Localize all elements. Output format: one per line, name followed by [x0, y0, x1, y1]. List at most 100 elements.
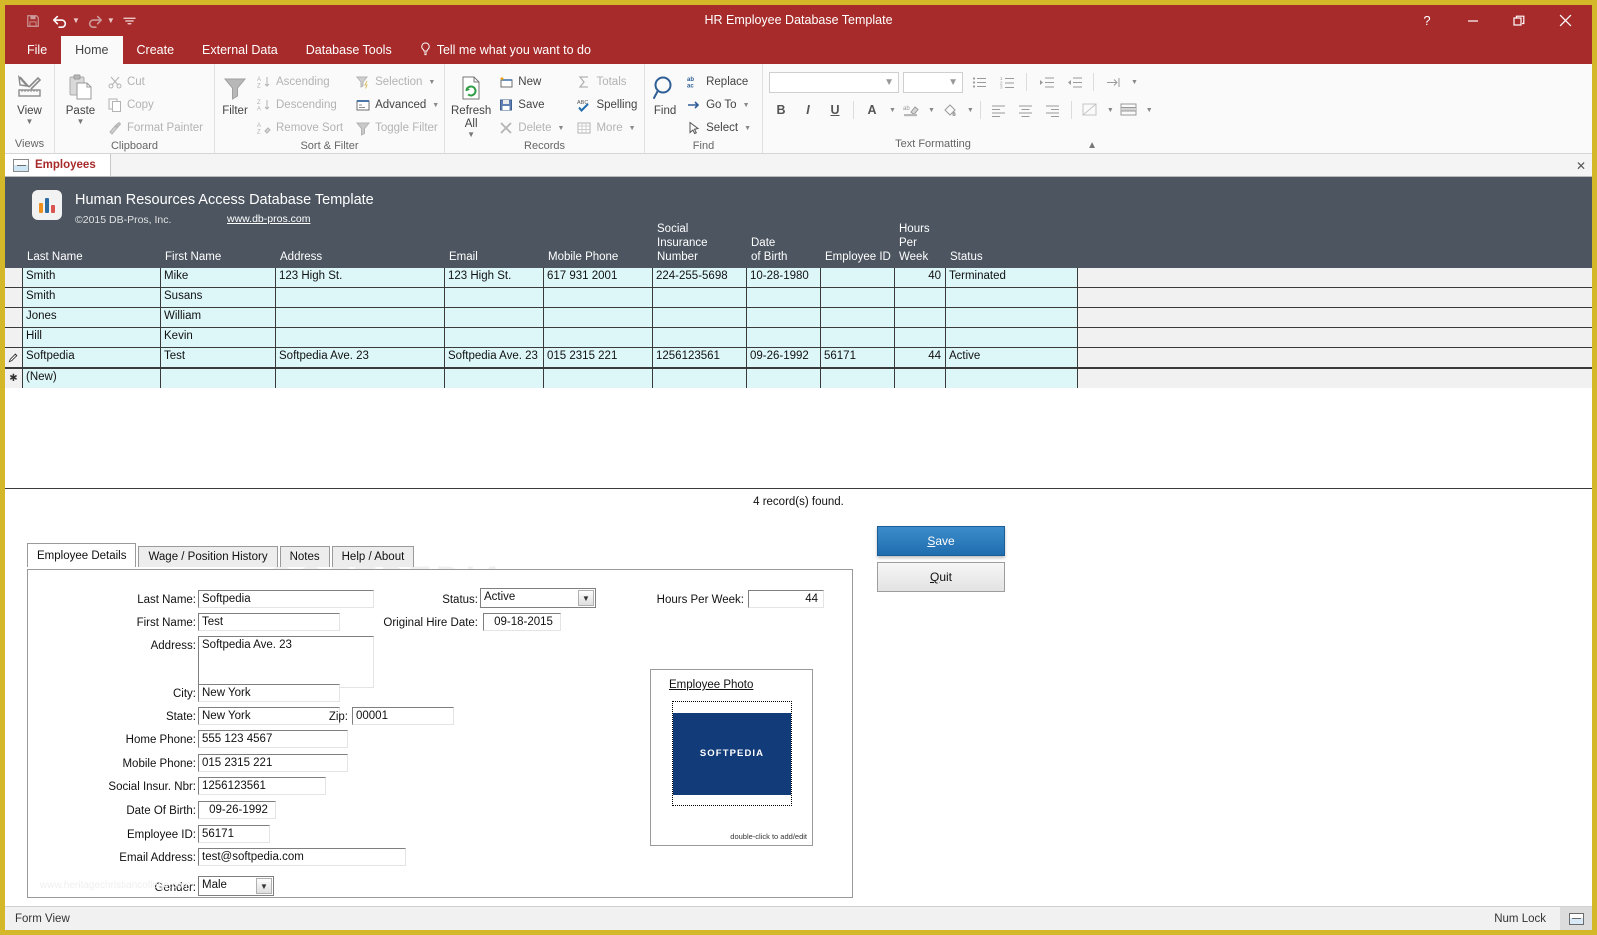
ribbon-tab-external-data[interactable]: External Data [188, 36, 292, 64]
table-cell[interactable] [946, 308, 1078, 327]
table-cell[interactable] [946, 288, 1078, 307]
column-header[interactable]: Status [950, 250, 1082, 264]
rtl-dropdown-icon[interactable]: ▼ [1131, 79, 1138, 86]
highlight-dropdown-icon[interactable]: ▼ [928, 107, 935, 114]
tab-wage-position-history[interactable]: Wage / Position History [138, 546, 277, 567]
minimize-button[interactable] [1450, 5, 1496, 36]
table-cell[interactable]: Hill [23, 328, 161, 347]
new-record-row[interactable]: ✱(New) [5, 368, 1592, 388]
table-cell[interactable] [821, 308, 895, 327]
ribbon-tab-database-tools[interactable]: Database Tools [292, 36, 406, 64]
new-record-marker-icon[interactable]: ✱ [5, 369, 23, 388]
advanced-button[interactable]: Advanced ▼ [350, 94, 444, 116]
table-cell[interactable]: Softpedia Ave. 23 [445, 348, 544, 367]
document-tab-employees[interactable]: Employees [5, 154, 111, 176]
table-cell[interactable] [653, 308, 747, 327]
column-header[interactable]: Address [280, 250, 449, 264]
table-cell[interactable]: Jones [23, 308, 161, 327]
table-cell[interactable]: 224-255-5698 [653, 268, 747, 287]
table-cell[interactable]: Test [161, 348, 276, 367]
table-cell[interactable]: 015 2315 221 [544, 348, 653, 367]
view-button[interactable]: View ▼ [11, 68, 48, 126]
ribbon-tab-home[interactable]: Home [61, 36, 122, 64]
table-cell[interactable] [946, 369, 1078, 388]
goto-button[interactable]: Go To ▼ [681, 94, 756, 116]
goto-dropdown-icon[interactable]: ▼ [743, 102, 750, 109]
table-row[interactable]: HillKevin [5, 328, 1592, 348]
ribbon-tab-file[interactable]: File [13, 36, 61, 64]
table-cell[interactable] [653, 288, 747, 307]
table-cell[interactable] [821, 328, 895, 347]
table-cell[interactable] [747, 328, 821, 347]
column-header[interactable]: First Name [165, 250, 280, 264]
delete-dropdown-icon[interactable]: ▼ [558, 125, 565, 132]
table-cell[interactable] [544, 308, 653, 327]
mobile-phone-field[interactable]: 015 2315 221 [198, 754, 348, 772]
table-cell[interactable]: Terminated [946, 268, 1078, 287]
first-name-field[interactable]: Test [198, 613, 340, 631]
table-cell[interactable]: 123 High St. [445, 268, 544, 287]
font-color-icon[interactable]: A [860, 99, 884, 121]
table-cell[interactable] [653, 369, 747, 388]
alternate-row-color-dropdown-icon[interactable]: ▼ [1146, 107, 1153, 114]
original-hire-date-field[interactable]: 09-18-2015 [483, 613, 561, 631]
chevron-down-icon[interactable]: ▼ [578, 590, 594, 606]
table-cell[interactable]: 617 931 2001 [544, 268, 653, 287]
alternate-row-color-icon[interactable] [1117, 99, 1141, 121]
advanced-dropdown-icon[interactable]: ▼ [432, 102, 439, 109]
descending-button[interactable]: ZA Descending [251, 94, 348, 116]
hours-per-week-field[interactable]: 44 [748, 590, 824, 608]
row-selector[interactable] [5, 328, 23, 347]
gridlines-icon[interactable] [1078, 99, 1102, 121]
table-cell[interactable] [544, 369, 653, 388]
more-button[interactable]: More ▼ [571, 117, 642, 139]
column-header[interactable]: HoursPerWeek [899, 222, 950, 264]
table-cell[interactable]: Active [946, 348, 1078, 367]
table-cell[interactable] [445, 288, 544, 307]
address-field[interactable]: Softpedia Ave. 23 [198, 636, 374, 688]
table-cell[interactable]: 1256123561 [653, 348, 747, 367]
more-dropdown-icon[interactable]: ▼ [629, 125, 636, 132]
close-button[interactable] [1542, 5, 1588, 36]
table-cell[interactable]: Smith [23, 268, 161, 287]
column-header[interactable]: Dateof Birth [751, 236, 825, 264]
table-cell[interactable]: Softpedia Ave. 23 [276, 348, 445, 367]
table-cell[interactable] [445, 328, 544, 347]
selection-dropdown-icon[interactable]: ▼ [428, 79, 435, 86]
table-cell[interactable] [161, 369, 276, 388]
table-cell[interactable]: 09-26-1992 [747, 348, 821, 367]
collapse-ribbon-icon[interactable]: ▲ [1087, 140, 1097, 151]
table-cell[interactable] [895, 328, 946, 347]
remove-sort-button[interactable]: AZ Remove Sort [251, 117, 348, 139]
view-dropdown-icon[interactable]: ▼ [26, 118, 34, 126]
delete-button[interactable]: Delete ▼ [493, 117, 569, 139]
filter-button[interactable]: Filter [221, 68, 249, 118]
table-cell[interactable] [946, 328, 1078, 347]
italic-icon[interactable]: I [796, 99, 820, 121]
social-insurance-number-field[interactable]: 1256123561 [198, 777, 326, 795]
paste-dropdown-icon[interactable]: ▼ [77, 118, 85, 126]
table-cell[interactable] [895, 369, 946, 388]
refresh-all-button[interactable]: Refresh All ▼ [451, 68, 491, 139]
rtl-icon[interactable] [1101, 71, 1125, 93]
chevron-down-icon[interactable]: ▼ [256, 878, 272, 894]
paste-button[interactable]: Paste ▼ [61, 68, 100, 126]
cut-button[interactable]: Cut [102, 71, 208, 93]
row-selector[interactable] [5, 308, 23, 327]
table-cell[interactable] [747, 308, 821, 327]
table-cell[interactable] [821, 268, 895, 287]
home-phone-field[interactable]: 555 123 4567 [198, 730, 348, 748]
row-edit-pencil-icon[interactable] [5, 348, 23, 367]
new-record-button[interactable]: New [493, 71, 569, 93]
table-cell[interactable]: 44 [895, 348, 946, 367]
table-row[interactable]: SmithMike123 High St.123 High St.617 931… [5, 268, 1592, 288]
date-of-birth-field[interactable]: 09-26-1992 [198, 801, 276, 819]
quit-button[interactable]: Quit [877, 562, 1005, 592]
gender-select[interactable]: Male ▼ [198, 876, 274, 896]
align-right-icon[interactable] [1041, 99, 1065, 121]
font-size-combo[interactable]: ▼ [903, 72, 963, 93]
underline-icon[interactable]: U [823, 99, 847, 121]
ascending-button[interactable]: AZ Ascending [251, 71, 348, 93]
table-cell[interactable] [276, 308, 445, 327]
table-cell[interactable]: Susans [161, 288, 276, 307]
